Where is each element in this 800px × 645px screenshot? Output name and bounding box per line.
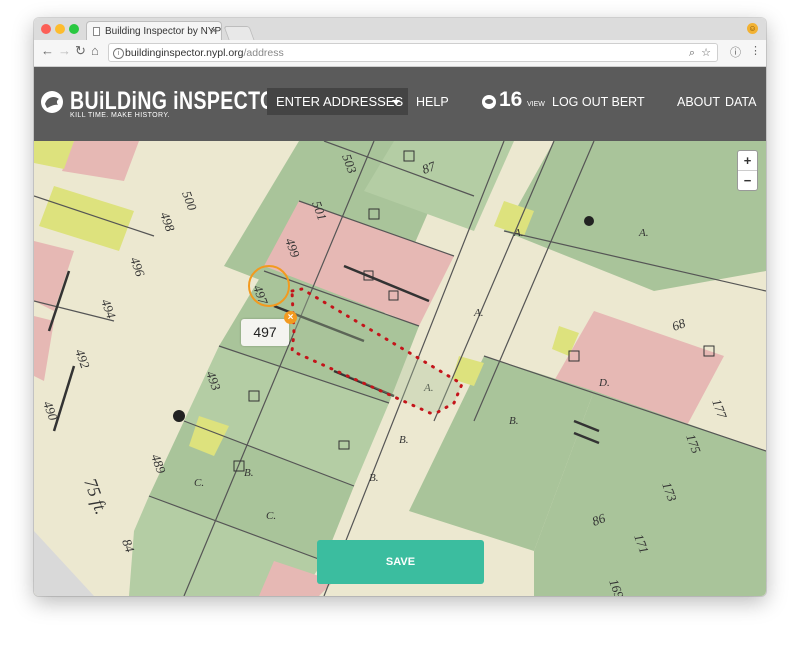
app-tagline: KILL TIME. MAKE HISTORY. — [70, 112, 170, 119]
app-header: BUiLDiNG iNSPECTOR KILL TIME. MAKE HISTO… — [34, 67, 766, 141]
url-host: buildinginspector.nypl.org — [125, 47, 244, 59]
caret-down-icon — [392, 100, 400, 105]
zoom-icon[interactable]: ⌕ — [689, 44, 695, 63]
map-label-b3: B. — [509, 415, 518, 427]
map-label-b2: B. — [369, 472, 378, 484]
tab-close-icon[interactable]: × — [211, 22, 217, 40]
help-link[interactable]: HELP — [416, 95, 449, 109]
zoom-control: + − — [737, 150, 758, 191]
lion-logo-icon — [41, 91, 63, 113]
menu-icon[interactable]: ⋮ — [750, 44, 761, 57]
view-count-label: VIEW — [527, 101, 545, 108]
minimize-window-button[interactable] — [55, 24, 65, 34]
map-canvas[interactable]: 500 503 501 498 496 499 497 494 492 490 … — [34, 141, 766, 596]
popup-close-icon[interactable]: × — [284, 311, 297, 324]
extension-icon[interactable]: ⓘ — [730, 44, 741, 60]
maximize-window-button[interactable] — [69, 24, 79, 34]
close-window-button[interactable] — [41, 24, 51, 34]
map-label-d1: D. — [598, 377, 610, 389]
enter-addresses-dropdown[interactable]: ENTER ADDRESSES — [267, 88, 408, 115]
dropdown-label: ENTER ADDRESSES — [276, 94, 404, 109]
tab-title: Building Inspector by NYPL La — [105, 26, 222, 37]
new-tab-button[interactable] — [223, 26, 255, 40]
reload-button[interactable]: ↻ — [75, 43, 86, 59]
map-label-a2: A. — [513, 227, 523, 239]
bookmark-star-icon[interactable]: ☆ — [701, 44, 711, 63]
tab-strip: Building Inspector by NYPL La × ☺ — [34, 18, 766, 40]
twitter-icon[interactable] — [482, 95, 496, 109]
data-link[interactable]: DATA — [725, 95, 756, 109]
info-icon[interactable]: i — [113, 48, 124, 59]
address-number-popup[interactable]: 497 — [241, 319, 289, 346]
map-label-b4: B. — [244, 467, 253, 479]
map-label-c2: C. — [194, 477, 204, 489]
logout-link[interactable]: LOG OUT BERT — [552, 95, 645, 109]
map-label-a1: A. — [638, 227, 648, 239]
map-label-c1: C. — [266, 510, 276, 522]
browser-window: Building Inspector by NYPL La × ☺ ← → ↻ … — [34, 18, 766, 596]
about-link[interactable]: ABOUT — [677, 95, 720, 109]
page-icon — [93, 27, 100, 36]
browser-tab[interactable]: Building Inspector by NYPL La × — [86, 21, 222, 40]
historic-map-image[interactable]: 500 503 501 498 496 499 497 494 492 490 … — [34, 141, 766, 596]
home-button[interactable]: ⌂ — [91, 43, 99, 58]
browser-toolbar: ← → ↻ ⌂ i buildinginspector.nypl.org/add… — [34, 40, 766, 67]
address-bar[interactable]: i buildinginspector.nypl.org/address ⌕ ☆ — [108, 43, 718, 62]
zoom-out-button[interactable]: − — [738, 171, 757, 190]
back-button[interactable]: ← — [41, 43, 54, 58]
map-label-a3: A. — [473, 307, 483, 319]
forward-button[interactable]: → — [58, 43, 71, 58]
view-count: 16 — [499, 88, 523, 111]
zoom-in-button[interactable]: + — [738, 151, 757, 171]
save-button[interactable]: SAVE — [317, 540, 484, 584]
profile-icon[interactable]: ☺ — [747, 23, 758, 34]
url-path: /address — [243, 47, 284, 59]
map-label-b1: B. — [399, 434, 408, 446]
